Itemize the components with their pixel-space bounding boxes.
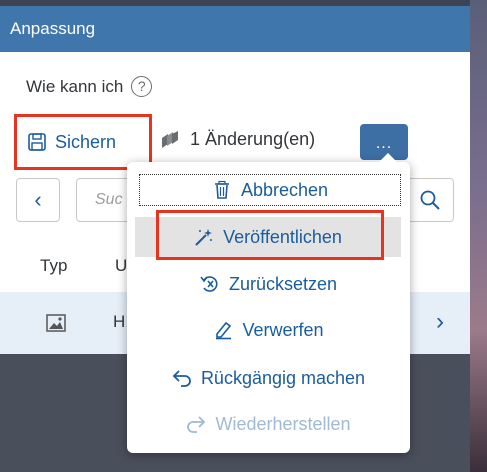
menu-item-reset[interactable]: Zurücksetzen [127,264,410,304]
menu-item-label: Rückgängig machen [200,367,366,388]
desktop-background [470,0,487,472]
menu-item-label: Zurücksetzen [228,273,338,294]
menu-item-label: Wiederherstellen [215,413,351,434]
menu-item-discard[interactable]: Verwerfen [127,310,410,350]
menu-item-label: Verwerfen [242,319,324,340]
changes-stack-icon [162,130,178,148]
menu-item-cancel[interactable]: Abbrechen [139,174,401,206]
menu-item-label: Abbrechen [240,179,329,200]
menu-item-redo: Wiederherstellen [127,404,410,444]
toolbar: Sichern 1 Änderung(en) ... [0,114,470,170]
search-icon[interactable] [419,189,441,211]
column-u: U [115,256,128,275]
undo-icon [172,370,191,387]
magic-wand-icon [195,229,213,246]
panel-title: Anpassung [0,6,470,52]
menu-item-publish[interactable]: Veröffentlichen [135,217,401,257]
redo-icon [187,416,206,433]
menu-item-undo[interactable]: Rückgängig machen [127,358,410,398]
back-button[interactable]: ‹ [16,178,60,222]
search-placeholder: Suc [95,191,123,208]
trash-icon [214,180,229,199]
row-name: H [113,312,126,331]
eraser-icon [216,321,232,340]
more-options-menu: Abbrechen Veröffentlichen Zurücksetzen V… [127,153,410,453]
changes-indicator: 1 Änderung(en) [160,129,315,150]
save-label: Sichern [55,131,117,152]
chevron-right-icon[interactable]: › [436,308,444,336]
reset-icon [200,276,218,292]
image-icon [46,314,66,332]
help-icon[interactable]: ? [131,76,153,97]
column-typ: Typ [40,256,68,275]
how-to-label: Wie kann ich [26,76,124,96]
how-to-link[interactable]: Wie kann ich ? [26,76,153,97]
save-icon [28,133,46,151]
menu-item-label: Veröffentlichen [223,226,342,247]
changes-label: 1 Änderung(en) [190,129,316,149]
